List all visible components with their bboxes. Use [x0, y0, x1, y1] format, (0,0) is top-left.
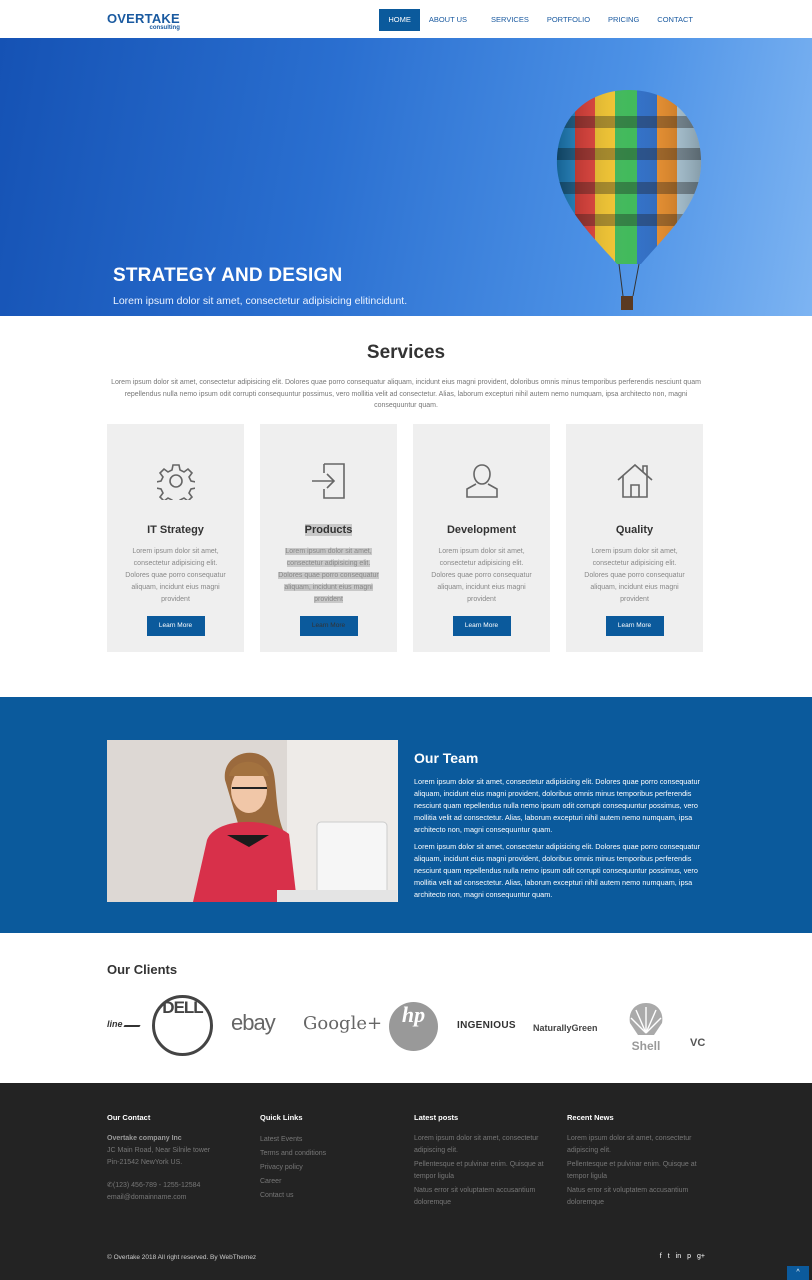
hero-banner: STRATEGY AND DESIGN Lorem ipsum dolor si… — [0, 38, 812, 316]
logo-name: OVERTAKE — [107, 11, 180, 26]
hot-air-balloon-image — [556, 90, 702, 310]
services-section: Services Lorem ipsum dolor sit amet, con… — [0, 342, 812, 652]
services-description: Lorem ipsum dolor sit amet, consectetur … — [111, 379, 701, 409]
service-card-title: Products — [304, 524, 353, 536]
team-paragraph: Lorem ipsum dolor sit amet, consectetur … — [414, 842, 700, 899]
header: OVERTAKE consulting HOME ABOUT US SERVIC… — [0, 0, 812, 38]
copyright: © Overtake 2018 All right reserved. By W… — [107, 1254, 257, 1261]
footer-contact: Our Contact Overtake company Inc JC Main… — [107, 1113, 247, 1204]
client-logo: DELL — [152, 995, 213, 1056]
service-card-text: Lorem ipsum dolor sit amet, consectetur … — [431, 548, 532, 603]
twitter-icon[interactable]: t — [668, 1253, 670, 1260]
footer-recent-news: Recent News Lorem ipsum dolor sit amet, … — [567, 1113, 707, 1209]
facebook-icon[interactable]: f — [660, 1253, 662, 1260]
learn-more-button[interactable]: Learn More — [452, 616, 511, 636]
address-line: JC Main Road, Near Silnile tower — [107, 1147, 211, 1154]
nav-home[interactable]: HOME — [379, 9, 420, 31]
footer-heading: Our Contact — [107, 1113, 151, 1122]
google-plus-icon[interactable]: g+ — [697, 1253, 705, 1260]
email-link[interactable]: email@domainname.com — [107, 1192, 247, 1204]
service-card-title: IT Strategy — [147, 524, 204, 536]
nav-contact[interactable]: CONTACT — [648, 9, 702, 31]
company-name: Overtake company Inc — [107, 1135, 182, 1142]
client-logo: Google+ — [303, 1013, 383, 1034]
hero-subtitle: Lorem ipsum dolor sit amet, consectetur … — [113, 295, 408, 307]
home-icon — [616, 463, 653, 498]
nav-portfolio[interactable]: PORTFOLIO — [538, 9, 599, 31]
footer-link[interactable]: Terms and conditions — [260, 1147, 400, 1161]
client-logo: ebay — [231, 1010, 276, 1035]
service-card-development: Development Lorem ipsum dolor sit amet, … — [413, 424, 550, 652]
client-logo: VC — [690, 1037, 706, 1049]
team-paragraph: Lorem ipsum dolor sit amet, consectetur … — [414, 777, 700, 834]
learn-more-button[interactable]: Learn More — [299, 616, 358, 636]
footer-latest-posts: Latest posts Lorem ipsum dolor sit amet,… — [414, 1113, 554, 1209]
team-section: Our Team Lorem ipsum dolor sit amet, con… — [0, 697, 812, 933]
services-cards: IT Strategy Lorem ipsum dolor sit amet, … — [107, 424, 703, 652]
service-card-it-strategy: IT Strategy Lorem ipsum dolor sit amet, … — [107, 424, 244, 652]
client-logo: Shell — [623, 1001, 669, 1053]
user-icon — [465, 464, 498, 498]
footer-heading: Recent News — [567, 1113, 614, 1122]
service-card-text: Lorem ipsum dolor sit amet, consectetur … — [278, 548, 379, 603]
service-card-quality: Quality Lorem ipsum dolor sit amet, cons… — [566, 424, 703, 652]
service-card-title: Development — [446, 524, 517, 536]
client-logo: NaturallyGreen — [533, 1023, 598, 1033]
pinterest-icon[interactable]: p — [687, 1253, 691, 1260]
footer-quick-links: Quick Links Latest Events Terms and cond… — [260, 1113, 400, 1203]
client-logo: INGENIOUS — [457, 1020, 516, 1031]
footer: Our Contact Overtake company Inc JC Main… — [0, 1083, 812, 1280]
footer-link[interactable]: Career — [260, 1175, 400, 1189]
service-card-text: Lorem ipsum dolor sit amet, consectetur … — [125, 548, 226, 603]
back-to-top-button[interactable]: ^ — [787, 1266, 809, 1280]
post-link[interactable]: Lorem ipsum dolor sit amet, consectetur … — [414, 1133, 554, 1157]
hero-title: STRATEGY AND DESIGN — [113, 265, 343, 286]
sign-in-icon — [311, 463, 345, 499]
news-link[interactable]: Pellentesque et pulvinar enim. Quisque a… — [567, 1159, 707, 1183]
gear-icon — [156, 464, 195, 500]
nav-pricing[interactable]: PRICING — [599, 9, 648, 31]
footer-link[interactable]: Contact us — [260, 1189, 400, 1203]
team-photo — [107, 740, 398, 902]
clients-title: Our Clients — [107, 962, 178, 977]
footer-heading: Quick Links — [260, 1113, 303, 1122]
footer-link[interactable]: Privacy policy — [260, 1161, 400, 1175]
services-title: Services — [366, 342, 446, 363]
news-link[interactable]: Lorem ipsum dolor sit amet, consectetur … — [567, 1133, 707, 1157]
post-link[interactable]: Natus error sit voluptatem accusantium d… — [414, 1185, 554, 1209]
linkedin-icon[interactable]: in — [676, 1253, 681, 1260]
clients-logos: line DELL ebay Google+ hp INGENIOUS Natu… — [107, 992, 705, 1062]
logo[interactable]: OVERTAKE consulting — [107, 11, 180, 31]
phone-line: ✆(123) 456-789 - 1255-12584 — [107, 1182, 201, 1189]
nav-services[interactable]: SERVICES — [482, 9, 538, 31]
service-card-title: Quality — [615, 524, 654, 536]
learn-more-button[interactable]: Learn More — [605, 616, 664, 636]
woman-at-laptop-image — [107, 740, 398, 902]
news-link[interactable]: Natus error sit voluptatem accusantium d… — [567, 1185, 707, 1209]
service-card-text: Lorem ipsum dolor sit amet, consectetur … — [584, 548, 685, 603]
client-logo: hp — [389, 1002, 438, 1051]
client-logo-label: Shell — [631, 1039, 661, 1053]
address-line: Pin-21542 NewYork US. — [107, 1159, 183, 1166]
main-nav: HOME ABOUT US SERVICES PORTFOLIO PRICING… — [379, 9, 702, 31]
social-links: f t in p g+ — [660, 1253, 705, 1260]
post-link[interactable]: Pellentesque et pulvinar enim. Quisque a… — [414, 1159, 554, 1183]
client-logo: line — [107, 1019, 141, 1029]
footer-link[interactable]: Latest Events — [260, 1133, 400, 1147]
shell-icon — [629, 1003, 663, 1035]
service-card-products: Products Lorem ipsum dolor sit amet, con… — [260, 424, 397, 652]
team-title: Our Team — [414, 750, 479, 766]
footer-heading: Latest posts — [414, 1113, 459, 1122]
learn-more-button[interactable]: Learn More — [146, 616, 205, 636]
nav-about-us[interactable]: ABOUT US — [420, 9, 476, 31]
